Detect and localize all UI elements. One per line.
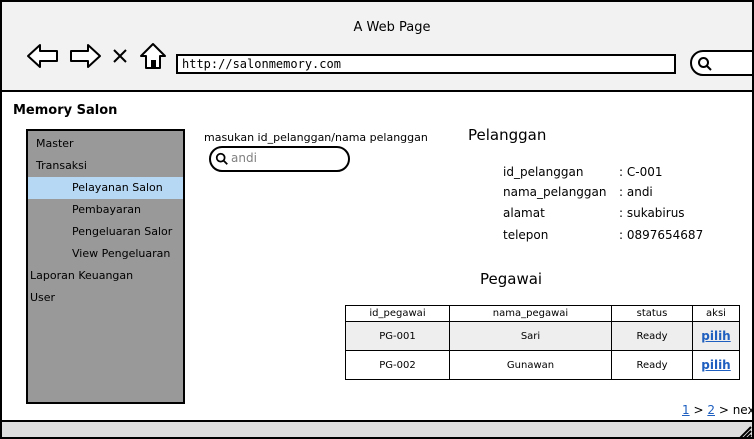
employees-title: Pegawai — [480, 270, 543, 288]
sidebar-item-user[interactable]: User — [30, 291, 55, 304]
cell-status: Ready — [611, 350, 693, 380]
status-bar — [2, 420, 752, 439]
browser-chrome: A Web Page http://salonmemory.com — [2, 2, 752, 92]
browser-window: A Web Page http://salonmemory.com Memory… — [0, 0, 754, 439]
sidebar-item-pembayaran[interactable]: Pembayaran — [72, 203, 141, 216]
table-row: PG-002 Gunawan Ready pilih — [345, 350, 740, 380]
table-row: PG-001 Sari Ready pilih — [345, 321, 740, 351]
resize-grip-icon[interactable] — [738, 425, 752, 439]
window-title: A Web Page — [353, 20, 431, 35]
cell-id: PG-001 — [345, 321, 450, 351]
sidebar: Master Transaksi Pelayanan Salon Pembaya… — [26, 129, 185, 404]
sidebar-item-pelayanan-salon[interactable]: Pelayanan Salon — [72, 181, 163, 194]
home-icon[interactable] — [138, 42, 168, 70]
customer-field-value: : sukabirus — [619, 206, 685, 220]
customer-field-key: telepon — [503, 228, 549, 242]
forward-arrow-icon[interactable] — [68, 42, 102, 70]
search-icon — [698, 57, 712, 71]
sidebar-item-laporan-keuangan[interactable]: Laporan Keuangan — [30, 269, 133, 282]
close-icon[interactable] — [112, 48, 128, 64]
browser-search[interactable] — [690, 50, 752, 76]
search-icon — [215, 152, 228, 165]
cell-id: PG-002 — [345, 350, 450, 380]
cell-action: pilih — [692, 321, 740, 351]
search-label: masukan id_pelanggan/nama pelanggan — [204, 131, 428, 144]
sidebar-item-pengeluaran-salon[interactable]: Pengeluaran Salor — [72, 225, 172, 238]
customer-field-value: : C-001 — [619, 165, 663, 179]
customer-field-key: id_pelanggan — [503, 165, 584, 179]
url-field[interactable]: http://salonmemory.com — [176, 54, 676, 74]
cell-action: pilih — [692, 350, 740, 380]
column-header-id: id_pegawai — [345, 305, 450, 322]
cell-name: Sari — [449, 321, 612, 351]
cell-name: Gunawan — [449, 350, 612, 380]
select-employee-link[interactable]: pilih — [701, 329, 730, 343]
column-header-status: status — [611, 305, 693, 322]
search-input-value: andi — [231, 151, 257, 165]
customer-field-value: : andi — [619, 185, 653, 199]
customer-title: Pelanggan — [468, 126, 547, 144]
cell-status: Ready — [611, 321, 693, 351]
customer-field-key: nama_pelanggan — [503, 185, 607, 199]
customer-field-value: : 0897654687 — [619, 228, 704, 242]
sidebar-item-master[interactable]: Master — [36, 137, 74, 150]
select-employee-link[interactable]: pilih — [701, 358, 730, 372]
customer-field-key: alamat — [503, 206, 545, 220]
sidebar-item-view-pengeluaran[interactable]: View Pengeluaran — [72, 247, 170, 260]
column-header-action: aksi — [692, 305, 740, 322]
search-input[interactable]: andi — [209, 146, 350, 172]
app-title: Memory Salon — [13, 103, 118, 118]
column-header-name: nama_pegawai — [449, 305, 612, 322]
back-arrow-icon[interactable] — [26, 42, 60, 70]
sidebar-item-transaksi[interactable]: Transaksi — [36, 159, 87, 172]
page-2-link[interactable]: 2 — [707, 403, 715, 417]
employees-table: id_pegawai nama_pegawai status aksi PG-0… — [345, 305, 740, 380]
page-1-link[interactable]: 1 — [682, 403, 690, 417]
pagination: 1 > 2 > next — [682, 403, 752, 417]
next-link[interactable]: > next — [719, 403, 752, 417]
pagination-separator: > — [693, 403, 704, 417]
